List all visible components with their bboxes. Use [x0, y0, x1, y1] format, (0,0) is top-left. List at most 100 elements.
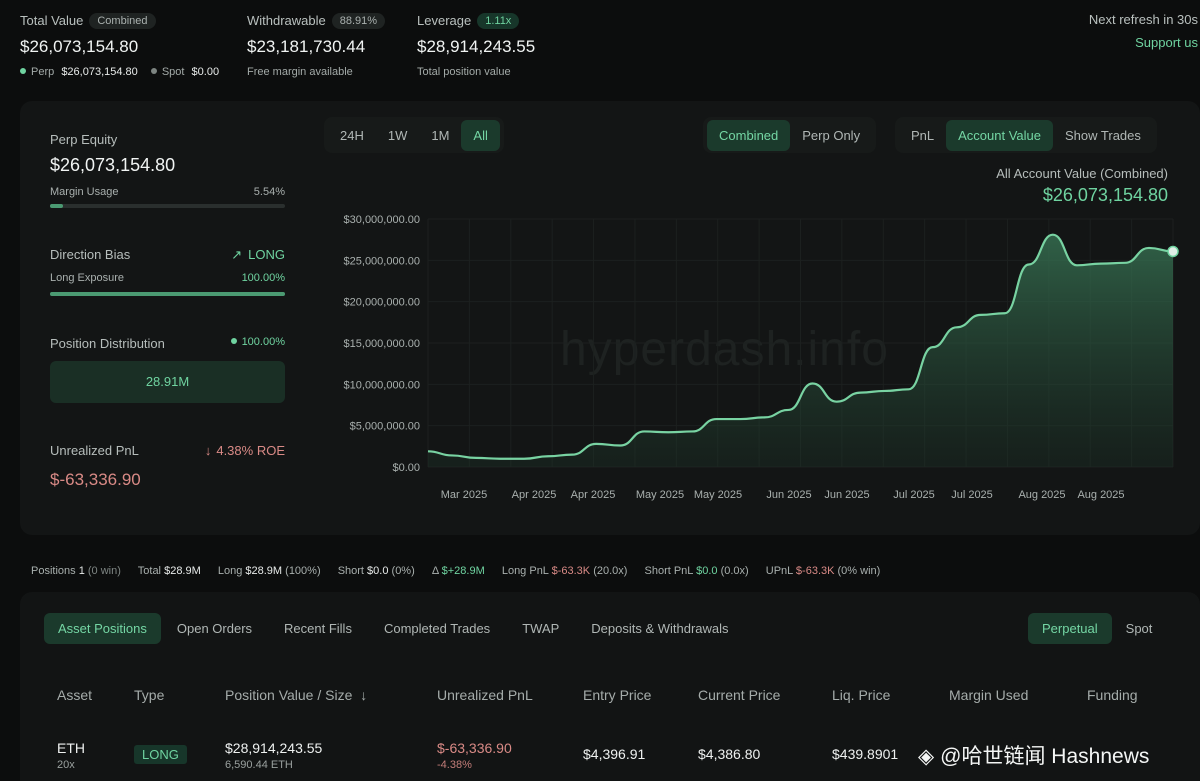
long-pct: (100%)	[285, 565, 321, 577]
long-exposure-bar-fill	[50, 292, 285, 296]
sort-down-icon: ↓	[360, 687, 368, 703]
time-range-tabs: 24H 1W 1M All	[324, 117, 504, 153]
hashnews-logo-icon: ◈	[918, 745, 935, 768]
short-pnl-label: Short PnL	[644, 565, 694, 577]
metric-tabs: PnL Account Value Show Trades	[895, 117, 1157, 153]
tab-show-trades[interactable]: Show Trades	[1053, 120, 1153, 151]
long-pnl-ratio: (20.0x)	[593, 565, 628, 577]
row-entry-price: $4,396.91	[583, 746, 646, 762]
row-type-badge: LONG	[134, 745, 187, 764]
withdrawable-block: Withdrawable 88.91% $23,181,730.44 Free m…	[247, 12, 386, 78]
chart-headline-value: $26,073,154.80	[1042, 185, 1168, 205]
short-label: Short	[337, 565, 364, 577]
col-funding[interactable]: Funding	[1087, 687, 1138, 703]
combined-badge: Combined	[89, 13, 156, 29]
tab-1m[interactable]: 1M	[419, 120, 461, 151]
spot-label: Spot	[161, 66, 185, 78]
tab-perpetual[interactable]: Perpetual	[1028, 612, 1112, 644]
long-exposure-value: 100.00%	[241, 272, 285, 284]
total-label: Total	[137, 565, 162, 577]
leverage-value: $28,914,243.55	[417, 37, 536, 56]
short-pnl-ratio: (0.0x)	[720, 565, 749, 577]
col-margin-used[interactable]: Margin Used	[949, 687, 1028, 703]
tab-perp-only[interactable]: Perp Only	[790, 120, 872, 151]
withdrawable-sub: Free margin available	[247, 66, 353, 78]
x-tick-label: Aug 2025	[1018, 489, 1065, 501]
distribution-segment[interactable]: 28.91M	[50, 361, 285, 403]
perp-dot-icon	[20, 68, 26, 74]
perp-label: Perp	[31, 66, 55, 78]
x-tick-label: Jun 2025	[824, 489, 869, 501]
y-tick-label: $5,000,000.00	[350, 421, 420, 433]
source-watermark: ◈ @哈世链闻 Hashnews	[918, 740, 1149, 770]
refresh-timer: Next refresh in 30s	[1088, 12, 1198, 27]
long-label: Long	[217, 565, 243, 577]
margin-usage-value: 5.54%	[253, 186, 285, 198]
y-axis: $30,000,000.00 $25,000,000.00 $20,000,000.…	[344, 214, 420, 474]
roe-text: 4.38% ROE	[216, 443, 285, 458]
total-value-block: Total Value Combined $26,073,154.80 Perp …	[20, 12, 219, 78]
col-type[interactable]: Type	[134, 687, 164, 703]
tab-24h[interactable]: 24H	[328, 120, 376, 151]
margin-usage-bar	[50, 204, 285, 208]
x-tick-label: Jul 2025	[951, 489, 993, 501]
margin-usage-bar-fill	[50, 204, 64, 208]
spot-value: $0.00	[191, 66, 220, 78]
row-current-price: $4,386.80	[698, 746, 761, 762]
col-asset[interactable]: Asset	[57, 687, 92, 703]
y-tick-label: $30,000,000.00	[344, 214, 420, 226]
tab-asset-positions[interactable]: Asset Positions	[44, 612, 161, 644]
row-pnl-pct: -4.38%	[437, 759, 472, 771]
total-value-label: Total Value	[20, 13, 84, 28]
leverage-badge: 1.11x	[477, 13, 520, 29]
long-exposure-bar	[50, 292, 285, 296]
row-liq-price: $439.8901	[832, 746, 899, 762]
unrealized-pnl-value: $-63,336.90	[50, 470, 141, 489]
x-tick-label: Jun 2025	[766, 489, 811, 501]
source-watermark-text: @哈世链闻 Hashnews	[940, 745, 1150, 768]
positions-win: (0 win)	[87, 565, 121, 577]
bottom-tabs: Asset Positions Open Orders Recent Fills…	[40, 610, 749, 646]
x-tick-label: May 2025	[636, 489, 684, 501]
row-size: 6,590.44 ETH	[225, 759, 293, 771]
support-link[interactable]: Support us	[1135, 35, 1198, 50]
col-unrealized-pnl[interactable]: Unrealized PnL	[437, 687, 533, 703]
roe-value: ↓ 4.38% ROE	[180, 443, 285, 458]
market-tabs: Perpetual Spot	[1024, 610, 1170, 646]
upnl-win: (0% win)	[837, 565, 881, 577]
account-value-chart: $30,000,000.00 $25,000,000.00 $20,000,000.…	[344, 214, 1179, 501]
current-value-point[interactable]	[1167, 245, 1179, 258]
tab-deposits-withdrawals[interactable]: Deposits & Withdrawals	[575, 613, 744, 644]
x-axis: Mar 2025 Apr 2025 Apr 2025 May 2025 May 2025…	[441, 489, 1125, 501]
row-asset[interactable]: ETH	[57, 740, 85, 756]
tab-recent-fills[interactable]: Recent Fills	[268, 613, 368, 644]
total-value-stat: $28.9M	[164, 565, 201, 577]
tab-all[interactable]: All	[461, 119, 500, 151]
tab-combined[interactable]: Combined	[707, 119, 791, 151]
x-tick-label: Jul 2025	[893, 489, 935, 501]
distribution-dot-icon	[230, 338, 237, 344]
col-position-value[interactable]: Position Value / Size ↓	[225, 687, 367, 703]
total-value: $26,073,154.80	[20, 37, 139, 56]
delta-value: $+28.9M	[441, 565, 485, 577]
tab-open-orders[interactable]: Open Orders	[161, 613, 268, 644]
withdrawable-label: Withdrawable	[247, 13, 326, 28]
withdrawable-value: $23,181,730.44	[247, 37, 366, 56]
direction-bias-text: LONG	[248, 247, 285, 262]
col-liq-price[interactable]: Liq. Price	[832, 687, 890, 703]
x-tick-label: Apr 2025	[571, 489, 616, 501]
x-tick-label: Mar 2025	[441, 489, 487, 501]
tab-twap[interactable]: TWAP	[506, 613, 575, 644]
tab-completed-trades[interactable]: Completed Trades	[368, 613, 506, 644]
tab-spot[interactable]: Spot	[1112, 613, 1167, 644]
tab-1w[interactable]: 1W	[376, 120, 420, 151]
row-leverage: 20x	[57, 759, 75, 771]
col-current-price[interactable]: Current Price	[698, 687, 780, 703]
positions-label: Positions	[31, 565, 76, 577]
col-entry-price[interactable]: Entry Price	[583, 687, 651, 703]
x-tick-label: Apr 2025	[512, 489, 557, 501]
position-distribution-label: Position Distribution	[50, 336, 165, 351]
tab-account-value[interactable]: Account Value	[946, 119, 1054, 151]
tab-pnl[interactable]: PnL	[899, 120, 946, 151]
position-distribution-pct: 100.00%	[241, 336, 285, 348]
